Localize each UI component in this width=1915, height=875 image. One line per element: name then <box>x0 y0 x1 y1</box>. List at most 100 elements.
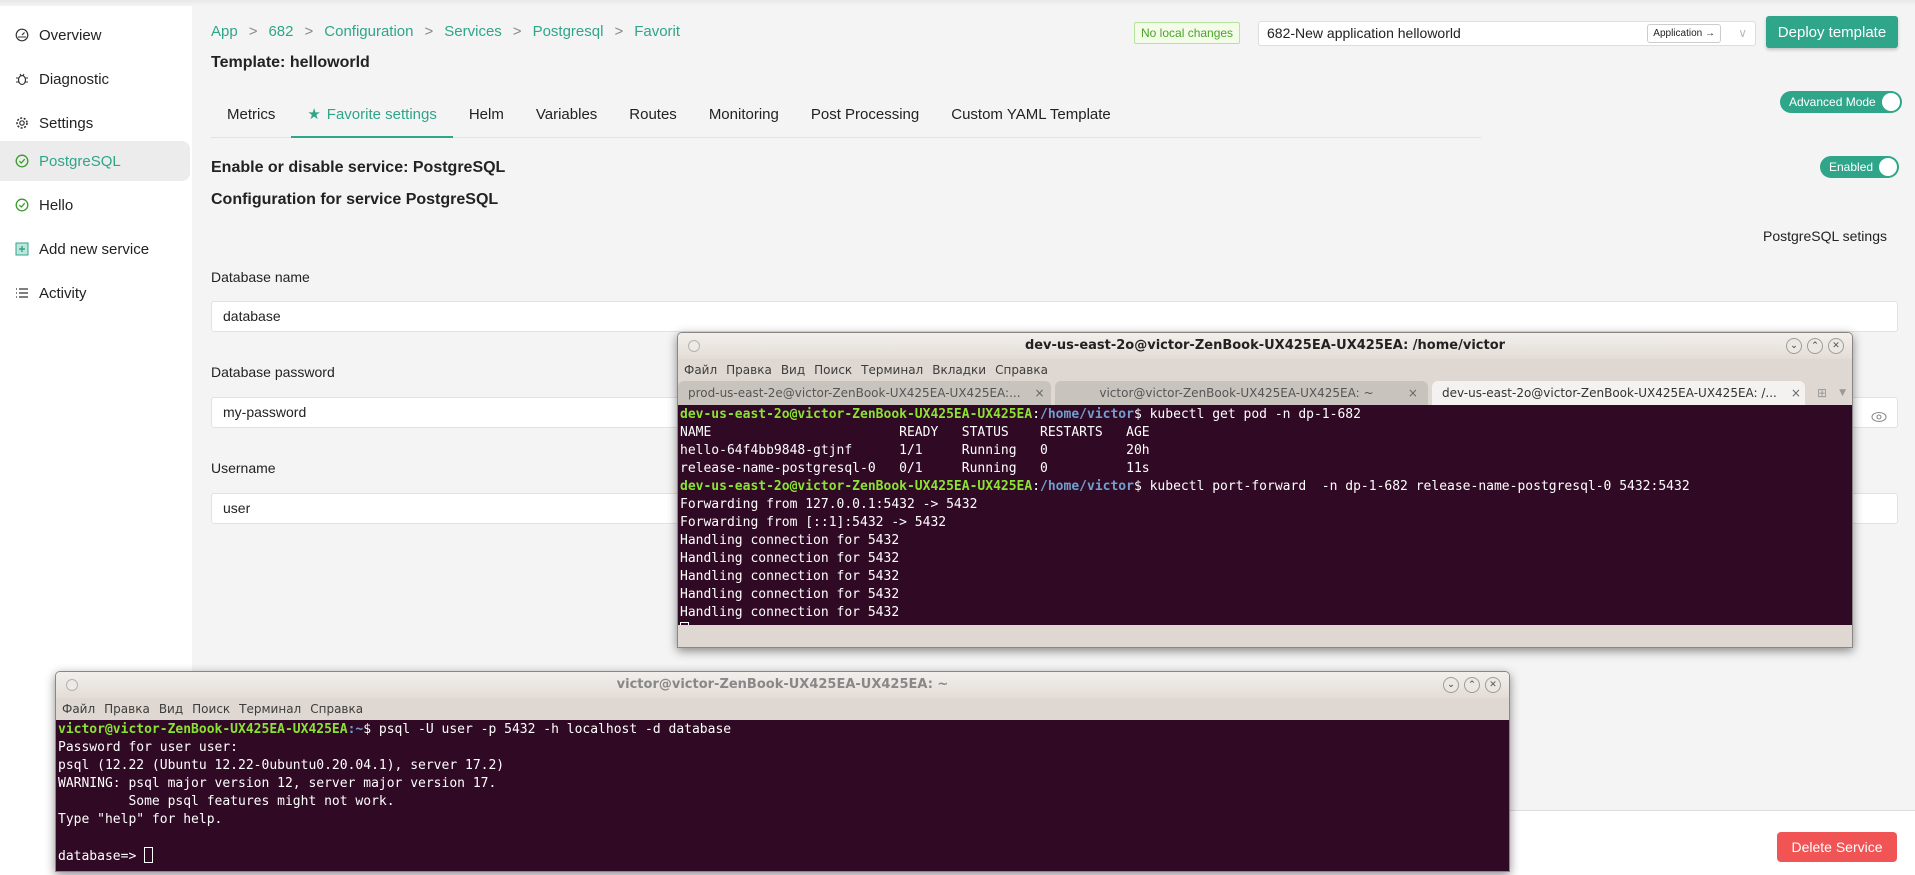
terminal-tab-label: victor@victor-ZenBook-UX425EA-UX425EA: ~ <box>1099 386 1374 400</box>
menu-file[interactable]: Файл <box>62 698 95 720</box>
tab-list-dropdown-icon[interactable]: ▼ <box>1839 381 1846 405</box>
breadcrumb-app[interactable]: App <box>211 23 238 40</box>
breadcrumb-682[interactable]: 682 <box>268 23 293 40</box>
tab-favorite-settings[interactable]: ★ Favorite settings <box>291 100 453 138</box>
terminal-window-top[interactable]: dev-us-east-2o@victor-ZenBook-UX425EA-UX… <box>677 332 1853 648</box>
close-icon[interactable]: ✕ <box>1485 677 1501 693</box>
close-tab-icon[interactable]: × <box>1791 381 1801 405</box>
output-line: release-name-postgresql-0 0/1 Running 0 … <box>680 461 1150 476</box>
terminal-tab-label: prod-us-east-2e@victor-ZenBook-UX425EA-U… <box>688 386 1021 400</box>
output-line: Forwarding from [::1]:5432 -> 5432 <box>680 515 947 530</box>
menu-terminal[interactable]: Терминал <box>861 359 923 381</box>
prompt-path: /home/victor <box>1040 479 1134 494</box>
advanced-mode-label: Advanced Mode <box>1789 95 1876 109</box>
close-tab-icon[interactable]: × <box>1035 381 1045 405</box>
password-value: my-password <box>223 404 307 420</box>
psql-prompt: database=> <box>58 849 145 864</box>
sidebar-item-settings[interactable]: Settings <box>0 103 190 143</box>
terminal-titlebar[interactable]: dev-us-east-2o@victor-ZenBook-UX425EA-UX… <box>678 333 1852 359</box>
status-badge: No local changes <box>1134 22 1241 44</box>
sidebar-item-hello[interactable]: Hello <box>0 185 190 225</box>
terminal-output[interactable]: dev-us-east-2o@victor-ZenBook-UX425EA-UX… <box>678 405 1852 625</box>
terminal-tab-label: dev-us-east-2o@victor-ZenBook-UX425EA-UX… <box>1442 386 1777 400</box>
advanced-mode-toggle[interactable]: Advanced Mode <box>1780 91 1902 113</box>
deploy-template-button[interactable]: Deploy template <box>1766 16 1898 48</box>
terminal-titlebar[interactable]: victor@victor-ZenBook-UX425EA-UX425EA: ~… <box>56 672 1509 698</box>
sidebar-item-activity[interactable]: Activity <box>0 273 190 313</box>
tab-post-processing[interactable]: Post Processing <box>795 100 935 138</box>
breadcrumb-services[interactable]: Services <box>444 23 502 40</box>
terminal-tab[interactable]: victor@victor-ZenBook-UX425EA-UX425EA: ~… <box>1055 381 1428 405</box>
breadcrumb-favorit[interactable]: Favorit <box>634 23 680 40</box>
menu-edit[interactable]: Правка <box>104 698 150 720</box>
sidebar-item-label: Settings <box>39 114 94 132</box>
tab-routes[interactable]: Routes <box>613 100 693 138</box>
close-icon[interactable]: ✕ <box>1828 338 1844 354</box>
terminal-tab-bar: prod-us-east-2e@victor-ZenBook-UX425EA-U… <box>678 381 1852 405</box>
menu-search[interactable]: Поиск <box>192 698 230 720</box>
bug-icon <box>15 72 29 86</box>
sidebar-item-postgresql[interactable]: PostgreSQL <box>0 141 190 181</box>
plus-square-icon <box>15 242 29 256</box>
eye-icon[interactable] <box>1871 405 1887 434</box>
close-tab-icon[interactable]: × <box>1408 381 1418 405</box>
output-line: Handling connection for 5432 <box>680 533 900 548</box>
tab-helm[interactable]: Helm <box>453 100 520 138</box>
menu-view[interactable]: Вид <box>781 359 805 381</box>
sidebar-item-add-new-service[interactable]: Add new service <box>0 229 190 269</box>
command-line: $ psql -U user -p 5432 -h localhost -d d… <box>363 722 732 737</box>
prompt-user: victor@victor-ZenBook-UX425EA-UX425EA <box>58 722 348 737</box>
breadcrumb: App > 682 > Configuration > Services > Postg… <box>211 23 680 40</box>
output-line: Handling connection for 5432 <box>680 587 900 602</box>
menu-view[interactable]: Вид <box>159 698 183 720</box>
chevron-down-icon[interactable]: ∨ <box>1738 22 1747 45</box>
menu-help[interactable]: Справка <box>310 698 363 720</box>
breadcrumb-configuration[interactable]: Configuration <box>324 23 413 40</box>
terminal-tab[interactable]: prod-us-east-2e@victor-ZenBook-UX425EA-U… <box>678 381 1051 405</box>
sidebar-item-label: Hello <box>39 196 74 214</box>
terminal-tab-active[interactable]: dev-us-east-2o@victor-ZenBook-UX425EA-UX… <box>1432 381 1805 405</box>
tab-bar: Metrics ★ Favorite settings Helm Variable… <box>211 100 1481 138</box>
menu-search[interactable]: Поиск <box>814 359 852 381</box>
terminal-window-bottom[interactable]: victor@victor-ZenBook-UX425EA-UX425EA: ~… <box>55 671 1510 872</box>
sidebar-item-overview[interactable]: Overview <box>0 15 190 55</box>
new-tab-icon[interactable]: ⊞ <box>1817 381 1827 405</box>
tab-monitoring[interactable]: Monitoring <box>693 100 795 138</box>
application-select-value: 682-New application helloworld <box>1267 25 1461 41</box>
application-select[interactable]: 682-New application helloworld Applicati… <box>1258 21 1756 46</box>
minimize-icon[interactable]: ⌄ <box>1786 338 1802 354</box>
sidebar-item-diagnostic[interactable]: Diagnostic <box>0 59 190 99</box>
page-title: Template: helloworld <box>211 54 370 71</box>
tab-custom-yaml-template[interactable]: Custom YAML Template <box>935 100 1127 138</box>
menu-file[interactable]: Файл <box>684 359 717 381</box>
database-name-input[interactable]: database <box>211 301 1898 332</box>
menu-help[interactable]: Справка <box>995 359 1048 381</box>
menu-tabs[interactable]: Вкладки <box>932 359 986 381</box>
service-enabled-toggle[interactable]: Enabled <box>1820 156 1900 178</box>
application-link-button[interactable]: Application → <box>1647 24 1721 43</box>
menu-terminal[interactable]: Терминал <box>239 698 301 720</box>
breadcrumb-postgresql[interactable]: Postgresql <box>533 23 604 40</box>
output-line: Handling connection for 5432 <box>680 605 900 620</box>
minimize-icon[interactable]: ⌄ <box>1443 677 1459 693</box>
tab-variables[interactable]: Variables <box>520 100 613 138</box>
terminal-menubar: Файл Правка Вид Поиск Терминал Справка <box>56 698 1509 720</box>
maximize-icon[interactable]: ⌃ <box>1464 677 1480 693</box>
tab-metrics[interactable]: Metrics <box>211 100 291 138</box>
database-name-label: Database name <box>211 269 310 285</box>
menu-edit[interactable]: Правка <box>726 359 772 381</box>
window-menu-icon[interactable] <box>688 340 700 352</box>
output-line: Handling connection for 5432 <box>680 551 900 566</box>
check-circle-icon <box>15 198 29 212</box>
breadcrumb-separator: > <box>614 23 624 40</box>
sidebar-item-label: PostgreSQL <box>39 152 121 170</box>
output-line: hello-64f4bb9848-gtjnf 1/1 Running 0 20h <box>680 443 1150 458</box>
delete-service-button[interactable]: Delete Service <box>1777 832 1897 862</box>
output-line: NAME READY STATUS RESTARTS AGE <box>680 425 1150 440</box>
prompt-path: /home/victor <box>1040 407 1134 422</box>
maximize-icon[interactable]: ⌃ <box>1807 338 1823 354</box>
sidebar-item-label: Diagnostic <box>39 70 110 88</box>
window-menu-icon[interactable] <box>66 679 78 691</box>
terminal-menubar: Файл Правка Вид Поиск Терминал Вкладки С… <box>678 359 1852 381</box>
terminal-output[interactable]: victor@victor-ZenBook-UX425EA-UX425EA:~$… <box>56 720 1509 871</box>
